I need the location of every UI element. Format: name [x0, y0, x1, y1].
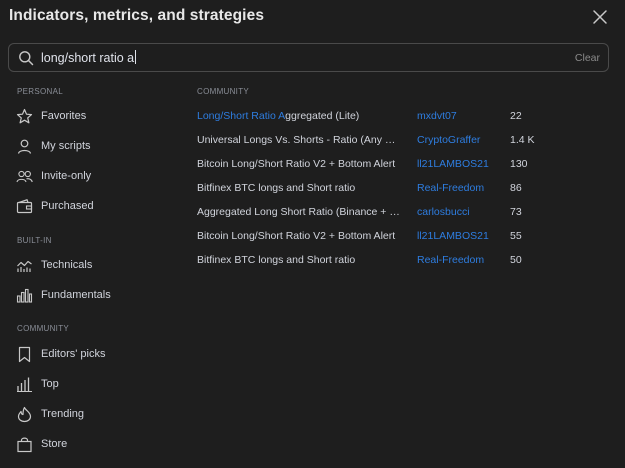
likes-count: 86	[510, 182, 522, 194]
search-box[interactable]: long/short ratio a Clear	[8, 43, 609, 72]
wallet-icon	[16, 198, 33, 215]
sidebar-item-label: Store	[41, 438, 68, 450]
script-name[interactable]: Bitfinex BTC longs and Short ratio	[197, 254, 402, 266]
search-icon	[18, 50, 34, 66]
top-bars-icon	[16, 376, 33, 393]
script-name[interactable]: Bitcoin Long/Short Ratio V2 + Bottom Ale…	[197, 158, 402, 170]
sidebar-item-fundamentals[interactable]: Fundamentals	[16, 285, 176, 307]
script-author[interactable]: CryptoGraffer	[417, 134, 480, 146]
technicals-chart-icon	[16, 257, 33, 274]
sidebar-item-invite-only[interactable]: Invite-only	[16, 166, 176, 188]
trending-icon	[16, 406, 33, 423]
likes-count: 73	[510, 206, 522, 218]
sidebar-item-label: Technicals	[41, 259, 93, 271]
sidebar-item-label: My scripts	[41, 140, 91, 152]
sidebar-item-editors-picks[interactable]: Editors' picks	[16, 344, 176, 366]
script-name[interactable]: Universal Longs Vs. Shorts - Ratio (Any …	[197, 134, 402, 146]
likes-count: 1.4 K	[510, 134, 535, 146]
sidebar-item-label: Fundamentals	[41, 289, 111, 301]
dialog-title: Indicators, metrics, and strategies	[9, 7, 265, 24]
result-row[interactable]: Universal Longs Vs. Shorts - Ratio (Any …	[190, 130, 610, 152]
result-row[interactable]: Bitcoin Long/Short Ratio V2 + Bottom Ale…	[190, 154, 610, 176]
user-icon	[16, 138, 33, 155]
close-icon[interactable]	[592, 9, 608, 25]
script-author[interactable]: mxdvt07	[417, 110, 457, 122]
script-author[interactable]: carlosbucci	[417, 206, 470, 218]
sidebar-item-label: Purchased	[41, 200, 94, 212]
users-icon	[16, 168, 33, 185]
sidebar-item-purchased[interactable]: Purchased	[16, 196, 176, 218]
shopping-bag-icon	[16, 436, 33, 453]
sidebar-item-label: Top	[41, 378, 59, 390]
sidebar-item-label: Editors' picks	[41, 348, 106, 360]
result-row[interactable]: Bitfinex BTC longs and Short ratio Real-…	[190, 250, 610, 272]
script-name[interactable]: Bitcoin Long/Short Ratio V2 + Bottom Ale…	[197, 230, 402, 242]
script-name[interactable]: Long/Short Ratio Aggregated (Lite)	[197, 110, 402, 122]
sidebar-item-label: Favorites	[41, 110, 87, 122]
likes-count: 130	[510, 158, 528, 170]
likes-count: 55	[510, 230, 522, 242]
sidebar-item-my-scripts[interactable]: My scripts	[16, 136, 176, 158]
script-name[interactable]: Aggregated Long Short Ratio (Binance + B…	[197, 206, 402, 218]
sidebar-item-trending[interactable]: Trending	[16, 404, 176, 426]
script-name[interactable]: Bitfinex BTC longs and Short ratio	[197, 182, 402, 194]
script-author[interactable]: Real-Freedom	[417, 254, 484, 266]
result-row[interactable]: Bitfinex BTC longs and Short ratio Real-…	[190, 178, 610, 200]
sidebar-item-label: Trending	[41, 408, 85, 420]
sidebar-item-label: Invite-only	[41, 170, 92, 182]
result-row[interactable]: Aggregated Long Short Ratio (Binance + B…	[190, 202, 610, 224]
script-author[interactable]: ll21LAMBOS21	[417, 158, 489, 170]
section-personal: PERSONAL	[17, 87, 63, 96]
sidebar-item-store[interactable]: Store	[16, 434, 176, 456]
sidebar-item-technicals[interactable]: Technicals	[16, 255, 176, 277]
results-heading: COMMUNITY	[197, 87, 250, 96]
section-built-in: BUILT-IN	[17, 236, 52, 245]
star-icon	[16, 108, 33, 125]
sidebar-item-top[interactable]: Top	[16, 374, 176, 396]
search-input[interactable]: long/short ratio a	[41, 50, 137, 65]
section-community: COMMUNITY	[17, 324, 70, 333]
bookmark-icon	[16, 346, 33, 363]
result-row[interactable]: Long/Short Ratio Aggregated (Lite) mxdvt…	[190, 106, 610, 128]
likes-count: 50	[510, 254, 522, 266]
likes-count: 22	[510, 110, 522, 122]
script-author[interactable]: Real-Freedom	[417, 182, 484, 194]
sidebar-item-favorites[interactable]: Favorites	[16, 106, 176, 128]
script-author[interactable]: ll21LAMBOS21	[417, 230, 489, 242]
bar-chart-icon	[16, 287, 33, 304]
clear-button[interactable]: Clear	[575, 52, 600, 64]
result-row[interactable]: Bitcoin Long/Short Ratio V2 + Bottom Ale…	[190, 226, 610, 248]
